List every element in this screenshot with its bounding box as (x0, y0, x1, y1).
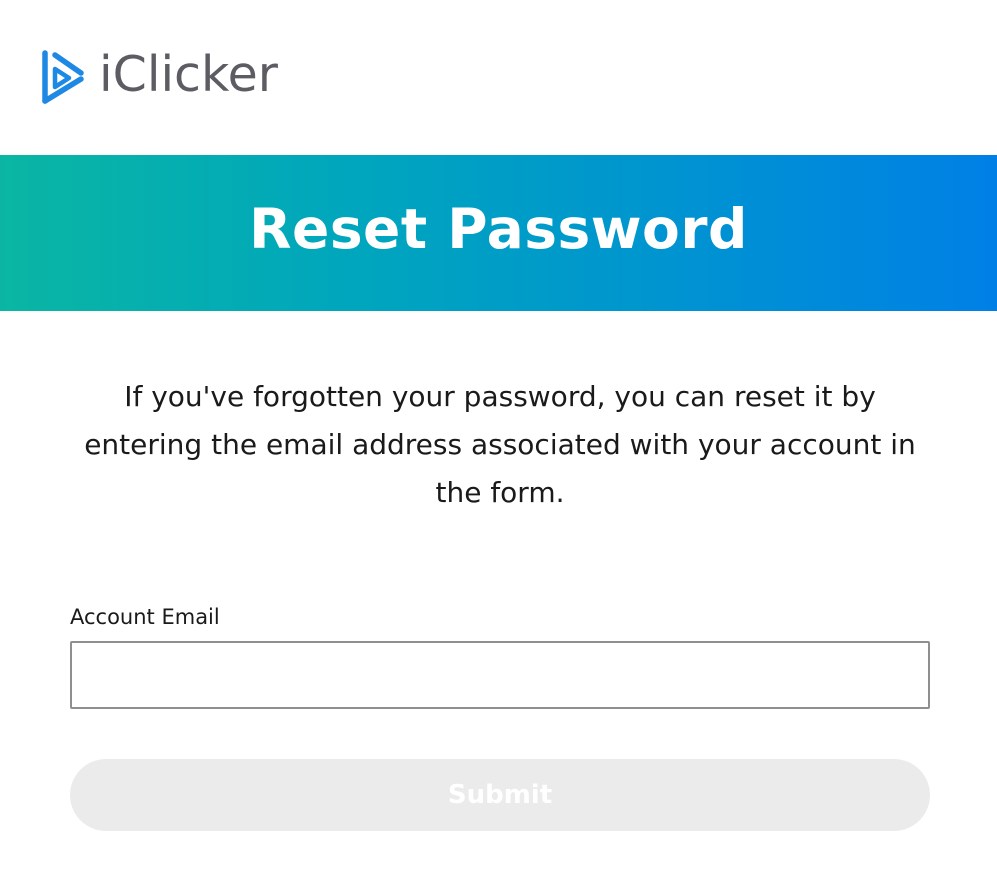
reset-password-page: iClicker Reset Password If you've forgot… (0, 0, 997, 869)
brand-logo[interactable]: iClicker (40, 46, 278, 107)
brand-name: iClicker (99, 46, 278, 103)
instructions-text: If you've forgotten your password, you c… (84, 380, 916, 509)
submit-button[interactable]: Submit (70, 759, 930, 831)
iclicker-logo-icon (42, 50, 84, 104)
email-field[interactable] (70, 641, 930, 709)
page-title: Reset Password (249, 197, 748, 261)
header-banner: Reset Password (0, 155, 997, 311)
email-field-label: Account Email (70, 605, 220, 629)
